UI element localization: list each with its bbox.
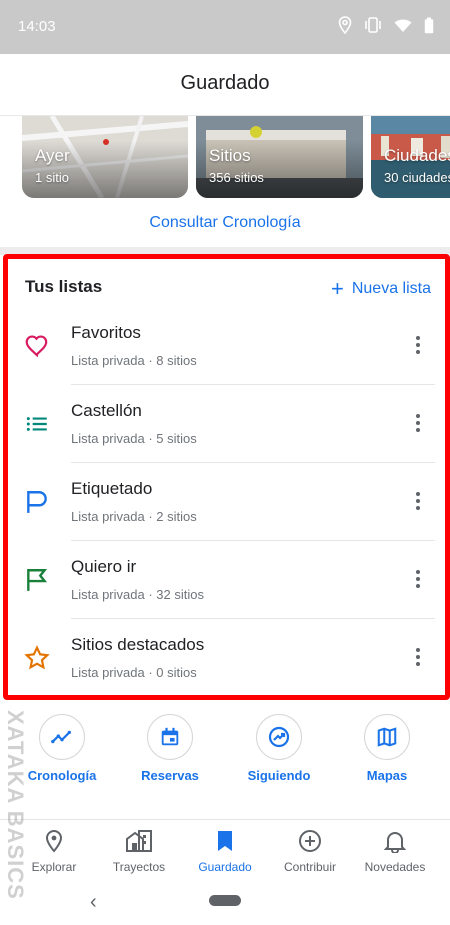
- card-cities[interactable]: Ciudades 30 ciudades: [371, 116, 450, 198]
- action-following[interactable]: Siguiendo: [229, 714, 329, 783]
- bell-icon: [352, 828, 438, 854]
- list-name: Quiero ir: [71, 557, 137, 576]
- your-lists-section: Tus listas + Nueva lista Favoritos Lista…: [3, 254, 450, 700]
- action-label: Mapas: [366, 768, 408, 783]
- list-meta: Lista privada · 8 sitios: [71, 353, 197, 368]
- card-title: Ayer: [35, 146, 70, 165]
- list-item-favoritos[interactable]: Favoritos Lista privada · 8 sitios: [8, 307, 445, 385]
- list-name: Favoritos: [71, 323, 141, 342]
- nav-label: Novedades: [364, 860, 426, 874]
- add-circle-icon: [267, 828, 353, 854]
- list-icon: [26, 417, 47, 431]
- new-list-label: Nueva lista: [351, 280, 431, 297]
- list-item-quiero-ir[interactable]: Quiero ir Lista privada · 32 sitios: [8, 541, 445, 619]
- action-label: Siguiendo: [247, 768, 311, 783]
- star-icon: [24, 645, 50, 670]
- status-icons: [338, 16, 434, 34]
- timeline-icon: [39, 714, 85, 760]
- card-count: 1 sitio: [35, 170, 69, 185]
- nav-label: Explorar: [31, 860, 77, 874]
- heart-icon: [25, 335, 48, 358]
- list-item-etiquetado[interactable]: Etiquetado Lista privada · 2 sitios: [8, 463, 445, 541]
- flag-outline-icon: [27, 491, 47, 513]
- card-title: Sitios: [209, 146, 251, 165]
- nav-saved[interactable]: Guardado: [182, 828, 268, 874]
- calendar-icon: [147, 714, 193, 760]
- card-places[interactable]: Sitios 356 sitios: [196, 116, 363, 198]
- flag-icon: [27, 569, 48, 591]
- list-meta: Lista privada · 2 sitios: [71, 509, 197, 524]
- list-name: Castellón: [71, 401, 142, 420]
- more-vert-icon[interactable]: [415, 335, 421, 355]
- list-item-castellon[interactable]: Castellón Lista privada · 5 sitios: [8, 385, 445, 463]
- quick-actions: Cronología Reservas Siguiendo Mapas: [0, 714, 450, 804]
- list-item-sitios-destacados[interactable]: Sitios destacados Lista privada · 0 siti…: [8, 619, 445, 697]
- nav-commute[interactable]: Trayectos: [96, 828, 182, 874]
- card-yesterday[interactable]: Ayer 1 sitio: [22, 116, 188, 198]
- status-time: 14:03: [18, 18, 56, 35]
- bottom-navigation: Explorar Trayectos Guardado Contribuir N…: [0, 819, 450, 881]
- list-meta: Lista privada · 0 sitios: [71, 665, 197, 680]
- vibrate-icon: [365, 17, 381, 33]
- nav-label: Trayectos: [112, 860, 166, 874]
- nav-updates[interactable]: Novedades: [352, 828, 438, 874]
- action-timeline[interactable]: Cronología: [12, 714, 112, 783]
- nav-explore[interactable]: Explorar: [11, 828, 97, 874]
- card-title: Ciudades: [384, 146, 450, 165]
- action-label: Reservas: [141, 768, 199, 783]
- following-icon: [256, 714, 302, 760]
- system-navigation: ‹: [0, 881, 450, 925]
- home-pill[interactable]: [209, 895, 241, 906]
- lists-heading: Tus listas: [25, 277, 103, 296]
- back-icon[interactable]: ‹: [90, 891, 97, 914]
- plus-icon: +: [330, 276, 344, 301]
- location-pin-icon: [11, 828, 97, 854]
- more-vert-icon[interactable]: [415, 413, 421, 433]
- location-icon: [338, 16, 352, 34]
- wifi-icon: [394, 19, 412, 32]
- list-name: Etiquetado: [71, 479, 153, 498]
- status-bar: 14:03: [0, 0, 450, 54]
- new-list-button[interactable]: + Nueva lista: [330, 276, 431, 301]
- more-vert-icon[interactable]: [415, 647, 421, 667]
- list-meta: Lista privada · 5 sitios: [71, 431, 197, 446]
- view-timeline-link[interactable]: Consultar Cronología: [0, 214, 450, 232]
- action-maps[interactable]: Mapas: [337, 714, 437, 783]
- more-vert-icon[interactable]: [415, 491, 421, 511]
- nav-label: Guardado: [198, 860, 252, 874]
- more-vert-icon[interactable]: [415, 569, 421, 589]
- action-label: Cronología: [27, 768, 97, 783]
- app-bar: Guardado: [0, 54, 450, 116]
- nav-contribute[interactable]: Contribuir: [267, 828, 353, 874]
- list-meta: Lista privada · 32 sitios: [71, 587, 204, 602]
- saved-cards-carousel[interactable]: Ayer 1 sitio Sitios 356 sitios Ciudades …: [0, 116, 450, 198]
- list-name: Sitios destacados: [71, 635, 205, 654]
- battery-icon: [424, 17, 434, 33]
- commute-icon: [96, 828, 182, 854]
- page-title: Guardado: [180, 72, 270, 94]
- action-reservations[interactable]: Reservas: [120, 714, 220, 783]
- card-count: 30 ciudades: [384, 170, 450, 185]
- bookmark-icon: [182, 828, 268, 854]
- map-icon: [364, 714, 410, 760]
- card-count: 356 sitios: [209, 170, 264, 185]
- nav-label: Contribuir: [283, 860, 337, 874]
